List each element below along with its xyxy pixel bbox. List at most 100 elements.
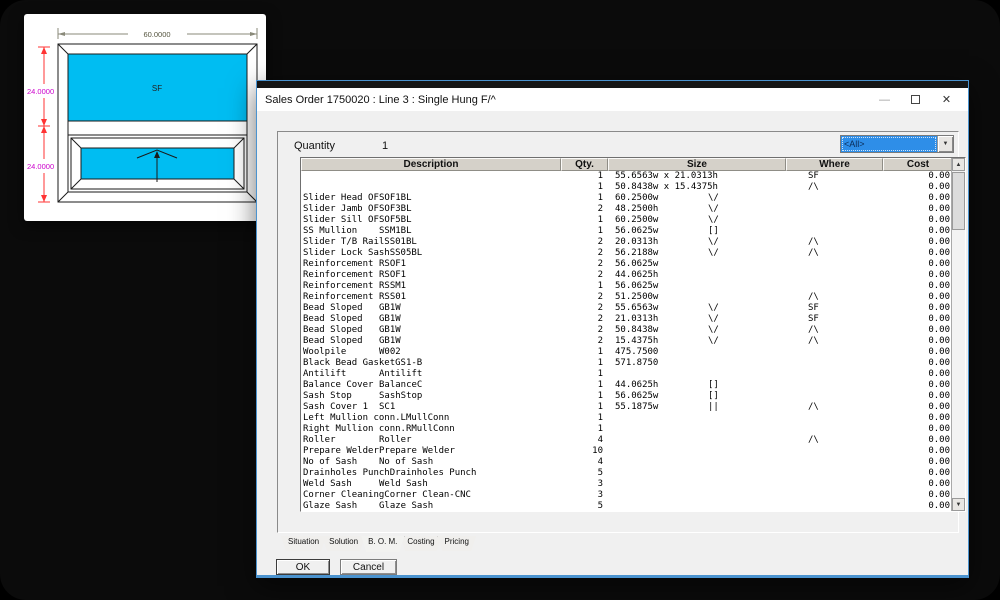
table-row[interactable]: Slider Lock SashSS05BL256.2188w\//\0.00	[301, 248, 953, 259]
table-row[interactable]: Slider T/B RailSS01BL220.0313h\//\0.00	[301, 237, 953, 248]
tab-pricing[interactable]: Pricing	[438, 536, 476, 551]
cell-cs: 20.0313h	[615, 237, 658, 248]
sales-order-dialog: Sales Order 1750020 : Line 3 : Single Hu…	[256, 80, 969, 578]
scroll-down-button[interactable]: ▼	[952, 498, 965, 511]
vertical-scrollbar[interactable]: ▲ ▼	[951, 158, 965, 511]
table-row[interactable]: Weld SashWeld Sash30.00	[301, 479, 953, 490]
cell-cs: 60.2500w	[615, 193, 658, 204]
cell-cn: Antilift	[301, 369, 379, 380]
table-row[interactable]: Sash StopSashStop156.0625w[]0.00	[301, 391, 953, 402]
cell-cn: Sash Cover 1	[301, 402, 379, 413]
filter-combobox[interactable]: <All> ▼	[840, 135, 954, 153]
column-header-description[interactable]: Description	[301, 158, 561, 171]
cell-cm: \/	[708, 325, 719, 336]
cell-cc: GB1W	[379, 303, 401, 314]
table-row[interactable]: Corner CleaningCorner Clean-CNC30.00	[301, 490, 953, 501]
tab-situation[interactable]: Situation	[281, 536, 326, 551]
cell-cs: 56.0625w	[615, 259, 658, 270]
table-row[interactable]: Drainholes PunchDrainholes Punch50.00	[301, 468, 953, 479]
cell-cw: SF	[808, 314, 819, 325]
column-header-size[interactable]: Size	[608, 158, 786, 171]
cell-cc: RSOF1	[379, 259, 406, 270]
table-row[interactable]: Bead SlopedGB1W255.6563w\/SF0.00	[301, 303, 953, 314]
table-row[interactable]: Black Bead GasketGS1-B1571.87500.00	[301, 358, 953, 369]
column-header-qty[interactable]: Qty.	[561, 158, 608, 171]
close-button[interactable]: ✕	[931, 88, 962, 111]
scroll-down-icon: ▼	[956, 502, 962, 508]
cell-cq: 1	[556, 358, 603, 369]
table-row[interactable]: Bead SlopedGB1W221.0313h\/SF0.00	[301, 314, 953, 325]
cell-cm: \/	[708, 204, 719, 215]
ok-button[interactable]: OK	[276, 559, 330, 575]
table-row[interactable]: Left Mullion conn.LMullConn10.00	[301, 413, 953, 424]
dialog-titlebar[interactable]: Sales Order 1750020 : Line 3 : Single Hu…	[257, 88, 968, 111]
cell-cw: /\	[808, 435, 819, 446]
table-row[interactable]: ReinforcementRSOF1256.0625w0.00	[301, 259, 953, 270]
cell-cco: 0.00	[878, 325, 950, 336]
cell-cs: 56.0625w	[615, 391, 658, 402]
table-row[interactable]: RollerRoller4/\0.00	[301, 435, 953, 446]
cell-cco: 0.00	[878, 446, 950, 457]
tab-bom[interactable]: B. O. M.	[361, 536, 404, 552]
cell-cn: Slider Sill OF	[301, 215, 379, 226]
cell-cco: 0.00	[878, 457, 950, 468]
tab-costing[interactable]: Costing	[400, 536, 441, 551]
table-row[interactable]: Right Mullion conn.RMullConn10.00	[301, 424, 953, 435]
cell-cq: 2	[556, 292, 603, 303]
cell-cq: 1	[556, 193, 603, 204]
table-row[interactable]: Slider Sill OFSOF5BL160.2500w\/0.00	[301, 215, 953, 226]
cell-cc: SSM1BL	[379, 226, 412, 237]
cell-cn: Balance Cover	[301, 380, 379, 391]
minimize-button[interactable]: —	[869, 88, 900, 111]
cell-cn: Corner Cleaning	[301, 490, 384, 501]
cell-cco: 0.00	[878, 259, 950, 270]
cell-cw: /\	[808, 325, 819, 336]
cancel-button[interactable]: Cancel	[340, 559, 397, 575]
combobox-dropdown-button[interactable]: ▼	[937, 136, 953, 152]
table-row[interactable]: No of SashNo of Sash40.00	[301, 457, 953, 468]
table-row[interactable]: AntiliftAntilift10.00	[301, 369, 953, 380]
quantity-label: Quantity	[294, 140, 335, 152]
table-row[interactable]: Balance CoverBalanceC144.0625h[]0.00	[301, 380, 953, 391]
table-row[interactable]: Bead SlopedGB1W250.8438w\//\0.00	[301, 325, 953, 336]
cell-cq: 1	[556, 380, 603, 391]
table-row[interactable]: 150.8438w x 15.4375h/\0.00	[301, 182, 953, 193]
scrollbar-thumb[interactable]	[952, 172, 965, 230]
table-row[interactable]: ReinforcementRSSM1156.0625w0.00	[301, 281, 953, 292]
cell-cn: Bead Sloped	[301, 325, 379, 336]
cell-cco: 0.00	[878, 358, 950, 369]
cell-cw: /\	[808, 237, 819, 248]
table-row[interactable]: ReinforcementRSOF1244.0625h0.00	[301, 270, 953, 281]
cell-cq: 2	[556, 314, 603, 325]
maximize-button[interactable]	[900, 88, 931, 111]
cell-cc: RSS01	[379, 292, 406, 303]
cell-cco: 0.00	[878, 380, 950, 391]
cell-cc: SS05BL	[390, 248, 423, 259]
cell-cq: 2	[556, 303, 603, 314]
cell-cn: Slider T/B Rail	[301, 237, 384, 248]
table-row[interactable]: 155.6563w x 21.0313hSF0.00	[301, 171, 953, 182]
column-header-where[interactable]: Where	[786, 158, 883, 171]
cell-cs: 55.1875w	[615, 402, 658, 413]
table-row[interactable]: Slider Jamb OFSOF3BL248.2500h\/0.00	[301, 204, 953, 215]
cell-cc: RSOF1	[379, 270, 406, 281]
cell-cq: 1	[556, 171, 603, 182]
cell-cs: 21.0313h	[615, 314, 658, 325]
cell-cm: \/	[708, 336, 719, 347]
table-row[interactable]: ReinforcementRSS01251.2500w/\0.00	[301, 292, 953, 303]
cell-cq: 2	[556, 237, 603, 248]
table-row[interactable]: Sash Cover 1SC1155.1875w||/\0.00	[301, 402, 953, 413]
scroll-up-button[interactable]: ▲	[952, 158, 965, 171]
table-row[interactable]: Slider Head OFSOF1BL160.2500w\/0.00	[301, 193, 953, 204]
filter-combobox-value[interactable]: <All>	[841, 136, 937, 152]
cell-cw: SF	[808, 303, 819, 314]
table-row[interactable]: Bead SlopedGB1W215.4375h\//\0.00	[301, 336, 953, 347]
cell-cs: 55.6563w x 21.0313h	[615, 171, 718, 182]
table-row[interactable]: SS MullionSSM1BL156.0625w[]0.00	[301, 226, 953, 237]
table-row[interactable]: WoolpileW0021475.75000.00	[301, 347, 953, 358]
table-row[interactable]: Glaze SashGlaze Sash50.00	[301, 501, 953, 512]
cell-cs: 56.2188w	[615, 248, 658, 259]
tab-solution[interactable]: Solution	[322, 536, 365, 551]
table-row[interactable]: Prepare WelderPrepare Welder100.00	[301, 446, 953, 457]
column-header-cost[interactable]: Cost	[883, 158, 953, 171]
